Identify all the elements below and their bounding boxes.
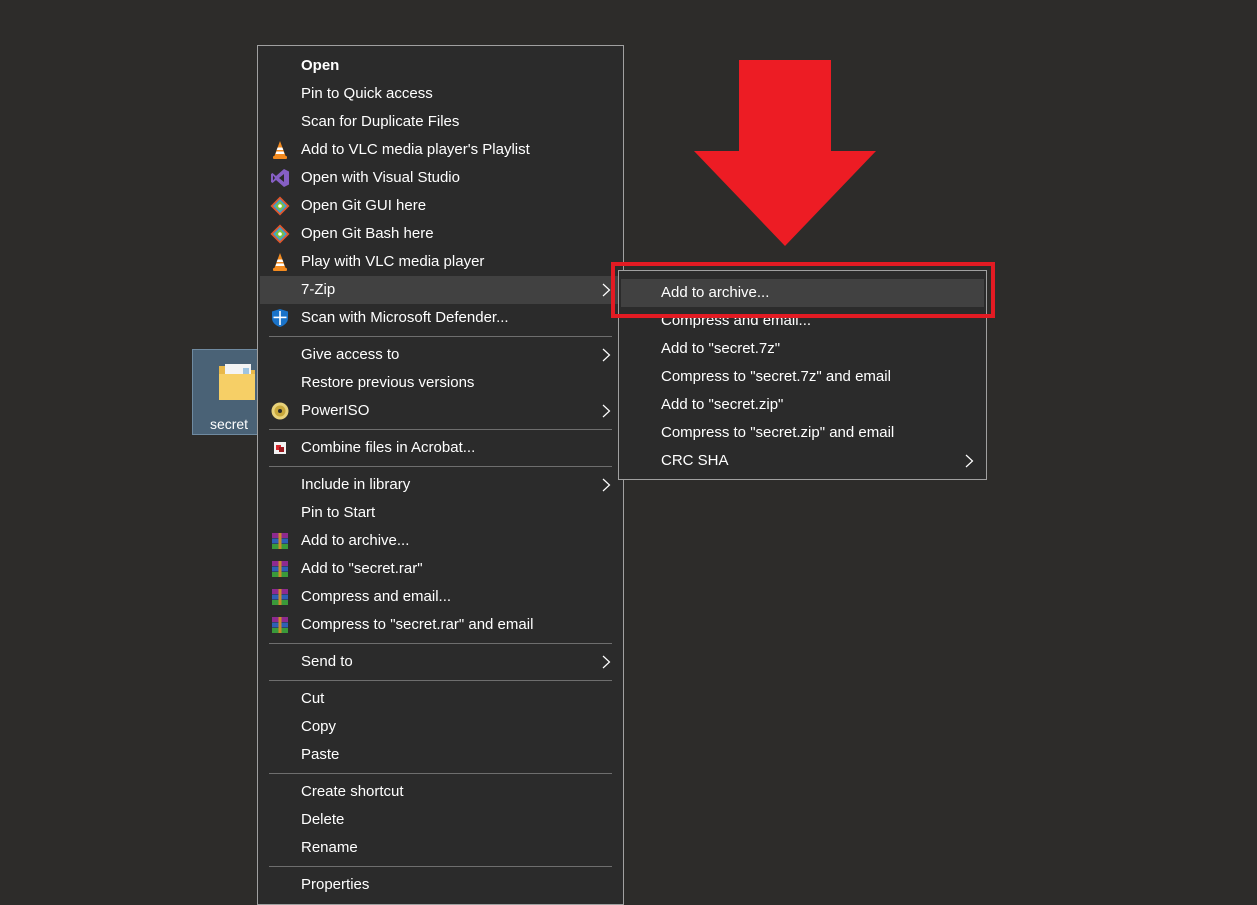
annotation-highlight-box [611,262,995,318]
menu-item-label: Pin to Quick access [301,85,433,102]
menu-item-winrar-add-archive[interactable]: Add to archive... [260,527,621,555]
chevron-right-icon [602,348,611,362]
menu-item-label: Paste [301,746,340,763]
menu-item-copy[interactable]: Copy [260,713,621,741]
menu-item-git-gui[interactable]: Open Git GUI here [260,192,621,220]
menu-item-label: Include in library [301,476,411,493]
menu-item-open[interactable]: Open [260,52,621,80]
menu-item-winrar-add-rar[interactable]: Add to "secret.rar" [260,555,621,583]
menu-item-label: Copy [301,718,337,735]
defender-shield-icon [272,309,288,327]
menu-item-pin-start[interactable]: Pin to Start [260,499,621,527]
menu-item-label: Create shortcut [301,783,404,800]
menu-item-label: Rename [301,839,358,856]
vlc-cone-icon [273,141,287,159]
menu-item-label: Compress to "secret.rar" and email [301,616,534,633]
winrar-icon [272,617,288,633]
menu-item-scan-duplicates[interactable]: Scan for Duplicate Files [260,108,621,136]
menu-item-git-bash[interactable]: Open Git Bash here [260,220,621,248]
menu-item-label: Compress and email... [301,588,452,605]
menu-item-delete[interactable]: Delete [260,806,621,834]
menu-separator [269,773,612,774]
chevron-right-icon [965,454,974,468]
menu-item-label: Delete [301,811,345,828]
menu-separator [269,866,612,867]
menu-separator [269,680,612,681]
menu-item-label: Add to VLC media player's Playlist [301,141,530,158]
submenu-item-label: CRC SHA [661,452,729,469]
desktop-folder-secret[interactable]: secret [192,349,266,435]
menu-item-label: Give access to [301,346,400,363]
submenu-item-compress-7z-email[interactable]: Compress to "secret.7z" and email [621,363,984,391]
chevron-right-icon [602,283,611,297]
menu-separator [269,643,612,644]
git-icon [270,196,290,216]
submenu-item-label: Add to "secret.7z" [661,340,781,357]
menu-item-label: Scan for Duplicate Files [301,113,460,130]
acrobat-icon [274,442,286,454]
chevron-right-icon [602,404,611,418]
menu-item-label: 7-Zip [301,281,336,298]
menu-item-play-vlc[interactable]: Play with VLC media player [260,248,621,276]
menu-item-cut[interactable]: Cut [260,685,621,713]
vlc-cone-icon [273,253,287,271]
menu-item-label: Pin to Start [301,504,376,521]
menu-item-acrobat-combine[interactable]: Combine files in Acrobat... [260,434,621,462]
menu-separator [269,429,612,430]
menu-item-vlc-playlist[interactable]: Add to VLC media player's Playlist [260,136,621,164]
poweriso-disc-icon [271,402,289,420]
menu-item-pin-quick-access[interactable]: Pin to Quick access [260,80,621,108]
menu-item-restore-versions[interactable]: Restore previous versions [260,369,621,397]
submenu-item-label: Compress to "secret.zip" and email [661,424,895,441]
menu-item-poweriso[interactable]: PowerISO [260,397,621,425]
menu-item-label: PowerISO [301,402,370,419]
annotation-down-arrow-icon [694,60,876,246]
menu-item-create-shortcut[interactable]: Create shortcut [260,778,621,806]
menu-item-properties[interactable]: Properties [260,871,621,899]
menu-item-label: Send to [301,653,353,670]
menu-item-label: Play with VLC media player [301,253,485,270]
menu-item-label: Open Git Bash here [301,225,434,242]
desktop-folder-label: secret [209,416,249,432]
submenu-item-crc-sha[interactable]: CRC SHA [621,447,984,475]
menu-item-paste[interactable]: Paste [260,741,621,769]
menu-item-label: Restore previous versions [301,374,475,391]
menu-item-label: Cut [301,690,325,707]
submenu-item-label: Add to "secret.zip" [661,396,784,413]
visual-studio-icon [271,169,289,187]
winrar-icon [272,589,288,605]
menu-item-label: Scan with Microsoft Defender... [301,309,509,326]
menu-item-label: Properties [301,876,370,893]
menu-item-winrar-compress-rar-email[interactable]: Compress to "secret.rar" and email [260,611,621,639]
menu-item-defender-scan[interactable]: Scan with Microsoft Defender... [260,304,621,332]
winrar-icon [272,561,288,577]
menu-item-give-access[interactable]: Give access to [260,341,621,369]
menu-item-label: Open with Visual Studio [301,169,460,186]
menu-separator [269,466,612,467]
menu-item-label: Combine files in Acrobat... [301,439,476,456]
submenu-item-add-7z[interactable]: Add to "secret.7z" [621,335,984,363]
menu-item-visual-studio[interactable]: Open with Visual Studio [260,164,621,192]
menu-item-rename[interactable]: Rename [260,834,621,862]
menu-item-label: Open [301,57,340,74]
menu-separator [269,336,612,337]
submenu-item-compress-zip-email[interactable]: Compress to "secret.zip" and email [621,419,984,447]
menu-item-label: Add to "secret.rar" [301,560,423,577]
chevron-right-icon [602,478,611,492]
menu-item-label: Open Git GUI here [301,197,427,214]
menu-item-winrar-compress-email[interactable]: Compress and email... [260,583,621,611]
folder-icon [219,364,255,400]
menu-item-send-to[interactable]: Send to [260,648,621,676]
context-menu: Open Pin to Quick access Scan for Duplic… [257,45,624,905]
menu-item-include-library[interactable]: Include in library [260,471,621,499]
chevron-right-icon [602,655,611,669]
submenu-item-add-zip[interactable]: Add to "secret.zip" [621,391,984,419]
git-icon [270,224,290,244]
menu-item-label: Add to archive... [301,532,410,549]
submenu-item-label: Compress to "secret.7z" and email [661,368,891,385]
winrar-icon [272,533,288,549]
menu-item-7zip[interactable]: 7-Zip [260,276,621,304]
